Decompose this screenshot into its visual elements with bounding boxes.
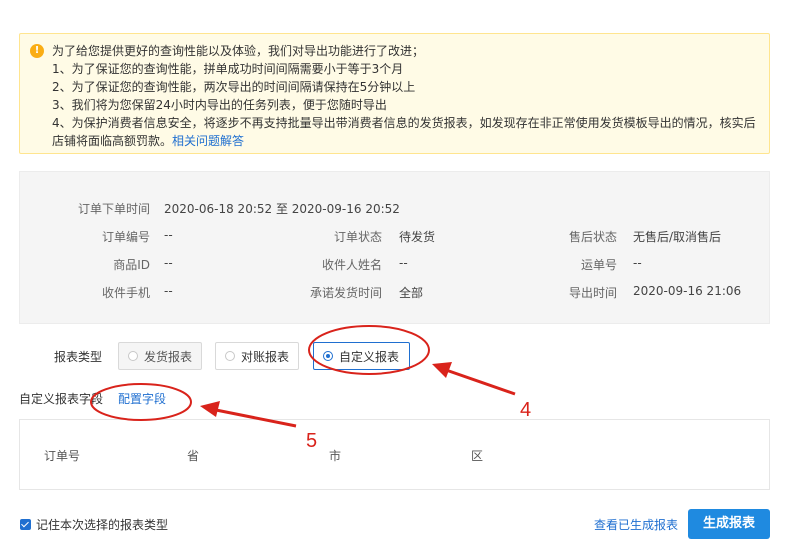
column-district: 区 (471, 449, 484, 463)
export-time-label: 导出时间 (568, 286, 617, 300)
notice-line-1: 为了给您提供更好的查询性能以及体验，我们对导出功能进行了改进； (52, 44, 425, 58)
remember-choice-label: 记住本次选择的报表类型 (36, 518, 169, 532)
phone-label: 收件手机 (101, 286, 150, 300)
annotation-arrow-4-head (432, 362, 452, 378)
column-province: 省 (187, 449, 200, 463)
radio-reconcile-label: 对账报表 (241, 349, 290, 364)
order-no-label: 订单编号 (101, 230, 150, 244)
notice-line-2: 1、为了保证您的查询性能，拼单成功时间间隔需要小于等于3个月 (52, 62, 404, 76)
report-type-label: 报表类型 (54, 350, 103, 364)
tracking-label: 运单号 (580, 258, 617, 272)
phone-value: -- (164, 284, 173, 298)
radio-custom-label: 自定义报表 (339, 349, 400, 364)
tracking-value: -- (633, 256, 642, 270)
remember-choice[interactable]: 记住本次选择的报表类型 (20, 516, 168, 533)
radio-custom-report[interactable]: 自定义报表 (313, 342, 410, 370)
radio-shipping-label: 发货报表 (144, 349, 193, 364)
receiver-label: 收件人姓名 (321, 258, 382, 272)
order-status-label: 订单状态 (333, 230, 382, 244)
exclamation-icon: ! (30, 44, 44, 58)
custom-fields-preview: 订单号 省 市 区 (19, 419, 770, 490)
annotation-number-4: 4 (520, 399, 532, 421)
promise-time-label: 承诺发货时间 (309, 286, 382, 300)
custom-fields-label: 自定义报表字段 (19, 392, 104, 406)
goods-id-value: -- (164, 256, 173, 270)
generate-report-button[interactable]: 生成报表 (688, 509, 770, 539)
radio-reconcile-report[interactable]: 对账报表 (215, 342, 299, 370)
notice-line-5: 4、为保护消费者信息安全，将逐步不再支持批量导出带消费者信息的发货报表，如发现存… (52, 114, 759, 150)
filter-summary: 订单下单时间 2020-06-18 20:52 至 2020-09-16 20:… (19, 171, 770, 324)
column-order-no: 订单号 (44, 449, 81, 463)
order-status-value: 待发货 (399, 230, 436, 244)
notice-line-4: 3、我们将为您保留24小时内导出的任务列表，便于您随时导出 (52, 98, 387, 112)
notice-text: 为了给您提供更好的查询性能以及体验，我们对导出功能进行了改进； 1、为了保证您的… (52, 42, 759, 150)
notice-box: ! 为了给您提供更好的查询性能以及体验，我们对导出功能进行了改进； 1、为了保证… (19, 33, 770, 154)
config-fields-link[interactable]: 配置字段 (118, 390, 166, 407)
export-time-value: 2020-09-16 21:06 (633, 284, 742, 298)
receiver-value: -- (399, 256, 408, 270)
goods-id-label: 商品ID (113, 258, 150, 272)
view-generated-reports-link[interactable]: 查看已生成报表 (594, 516, 678, 533)
promise-time-value: 全部 (399, 286, 424, 300)
order-no-value: -- (164, 228, 173, 242)
order-time-value: 2020-06-18 20:52 至 2020-09-16 20:52 (164, 202, 400, 216)
radio-shipping-report[interactable]: 发货报表 (118, 342, 202, 370)
radio-circle (128, 351, 138, 361)
annotation-arrow-5-head (200, 401, 220, 417)
column-city: 市 (329, 449, 342, 463)
annotation-arrow-4-shaft (445, 368, 516, 396)
notice-line-3: 2、为了保证您的查询性能，两次导出的时间间隔请保持在5分钟以上 (52, 80, 416, 94)
faq-link[interactable]: 相关问题解答 (172, 134, 244, 148)
notice-line-5-text: 4、为保护消费者信息安全，将逐步不再支持批量导出带消费者信息的发货报表，如发现存… (52, 116, 756, 148)
after-sale-value: 无售后/取消售后 (633, 230, 722, 244)
radio-circle (225, 351, 235, 361)
annotation-number-5: 5 (306, 430, 318, 452)
export-report-modal: ! 为了给您提供更好的查询性能以及体验，我们对导出功能进行了改进； 1、为了保证… (0, 0, 791, 557)
order-time-label: 订单下单时间 (77, 202, 150, 216)
radio-circle-selected (323, 351, 333, 361)
checkbox-checked-icon[interactable] (20, 519, 31, 530)
after-sale-label: 售后状态 (568, 230, 617, 244)
